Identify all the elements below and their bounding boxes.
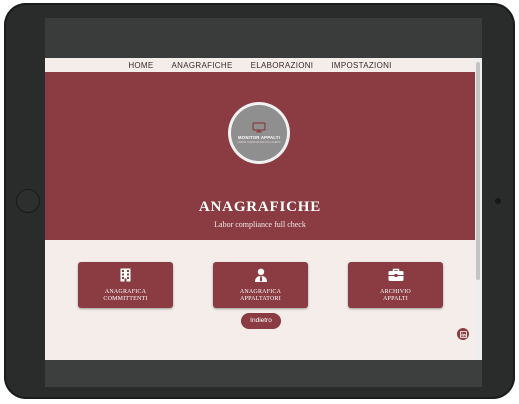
screen-bottom-bar <box>45 360 482 387</box>
page-subtitle: Labor compliance full check <box>214 220 306 229</box>
scrollbar-thumb[interactable] <box>476 62 480 280</box>
logo-title: MONITOR APPALTI <box>238 135 280 140</box>
card-anagrafica-appaltatori[interactable]: ANAGRAFICA APPALTATORI <box>213 262 308 308</box>
card-anagrafica-committenti[interactable]: ANAGRAFICA COMMITTENTI <box>78 262 173 308</box>
card-archivio-appalti[interactable]: ARCHIVIO APPALTI <box>348 262 443 308</box>
hero-banner: MONITOR APPALTI LABOR COMPLIANCE FULL CH… <box>45 72 475 240</box>
linkedin-button[interactable] <box>457 328 469 340</box>
person-tie-icon <box>254 268 267 282</box>
linkedin-icon <box>459 330 467 338</box>
back-button[interactable]: Indietro <box>241 313 281 329</box>
nav-item-home[interactable]: HOME <box>128 61 153 70</box>
tablet-screen: HOME ANAGRAFICHE ELABORAZIONI IMPOSTAZIO… <box>45 18 482 387</box>
briefcase-icon <box>388 268 403 281</box>
tablet-frame: HOME ANAGRAFICHE ELABORAZIONI IMPOSTAZIO… <box>4 3 515 399</box>
monitor-icon <box>252 122 266 133</box>
nav-item-impostazioni[interactable]: IMPOSTAZIONI <box>331 61 391 70</box>
card-label: ARCHIVIO APPALTI <box>380 289 411 302</box>
card-label: ANAGRAFICA APPALTATORI <box>239 289 282 302</box>
logo-subtitle: LABOR COMPLIANCE FULL CHECK <box>237 141 281 144</box>
nav-item-elaborazioni[interactable]: ELABORAZIONI <box>251 61 314 70</box>
tablet-home-button <box>16 189 40 213</box>
building-icon <box>120 268 131 282</box>
tablet-camera <box>495 198 501 204</box>
screen-top-bar <box>45 18 482 58</box>
card-label: ANAGRAFICA COMMITTENTI <box>103 289 148 302</box>
page-title: ANAGRAFICHE <box>198 199 322 215</box>
web-page: HOME ANAGRAFICHE ELABORAZIONI IMPOSTAZIO… <box>45 58 482 360</box>
top-navbar: HOME ANAGRAFICHE ELABORAZIONI IMPOSTAZIO… <box>45 58 475 72</box>
app-logo: MONITOR APPALTI LABOR COMPLIANCE FULL CH… <box>231 105 287 161</box>
nav-item-anagrafiche[interactable]: ANAGRAFICHE <box>172 61 233 70</box>
